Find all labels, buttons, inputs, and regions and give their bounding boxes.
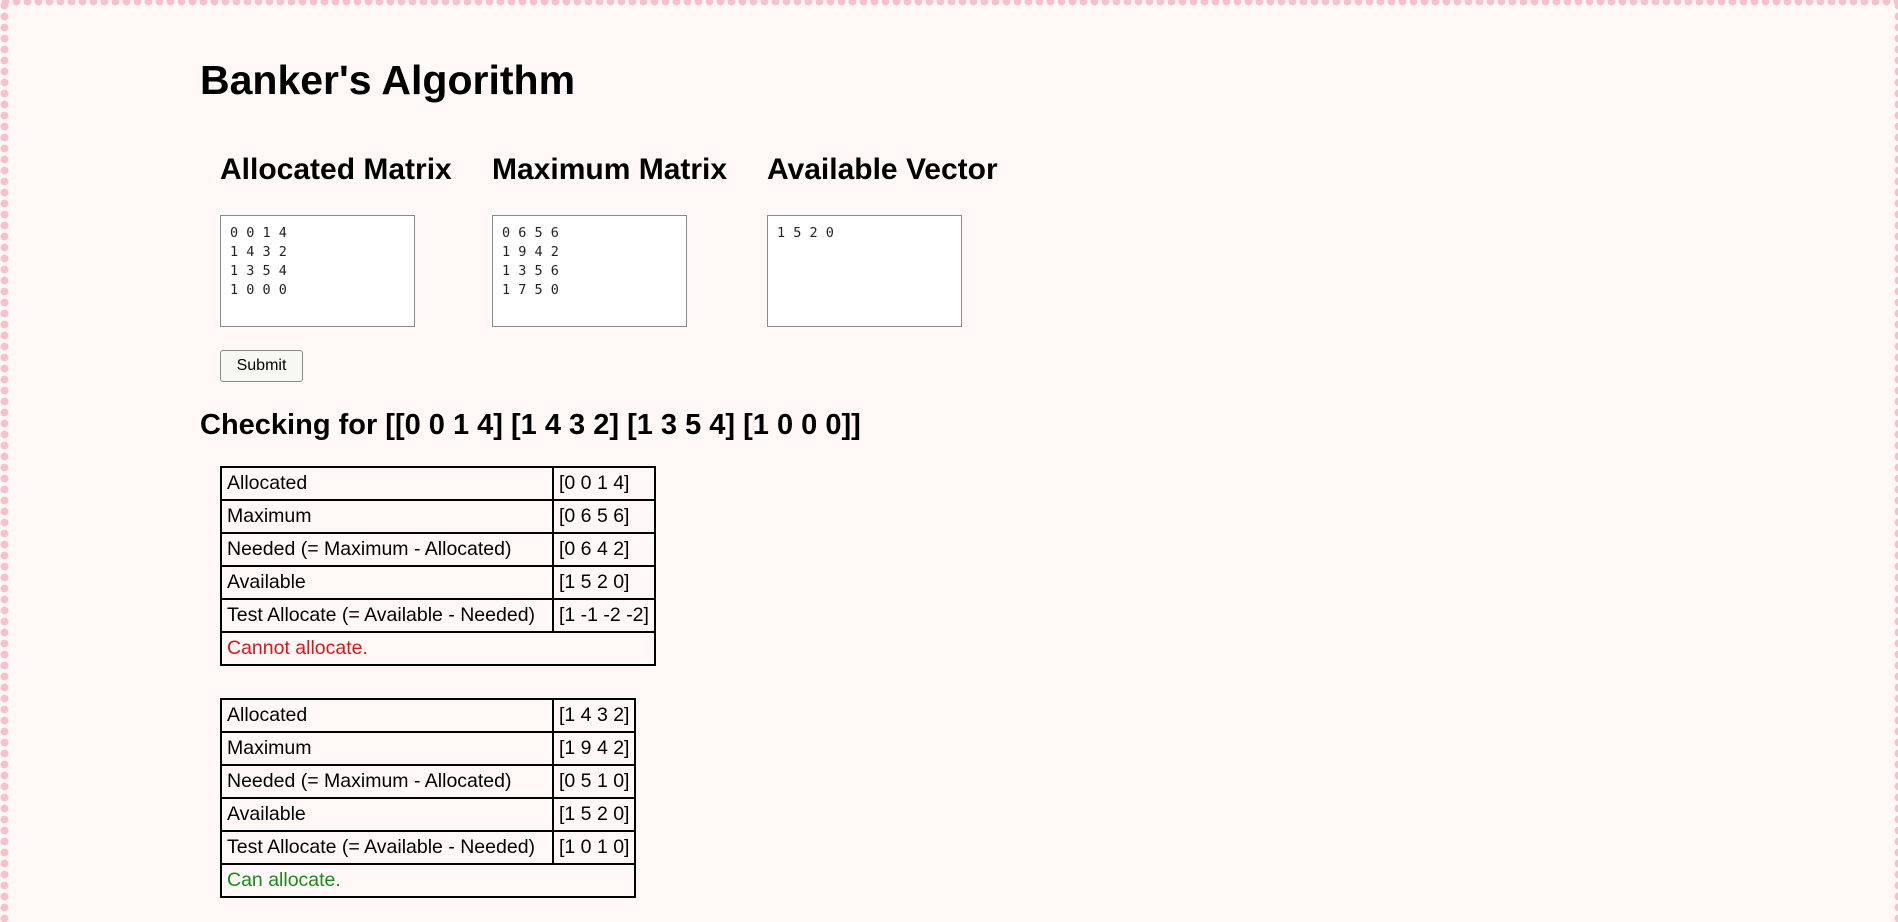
- row-label: Needed (= Maximum - Allocated): [220, 532, 554, 567]
- page-title: Banker's Algorithm: [200, 57, 576, 103]
- submit-button[interactable]: Submit: [220, 350, 303, 382]
- result-can-allocate: Can allocate.: [219, 863, 637, 898]
- maximum-matrix-block: Maximum Matrix: [492, 150, 728, 327]
- dotted-border-top: [0, 0, 1898, 10]
- table-row: Test Allocate (= Available - Needed) [1 …: [220, 830, 637, 865]
- table-row: Available [1 5 2 0]: [220, 797, 637, 832]
- available-vector-input[interactable]: [767, 215, 962, 327]
- result-row: Can allocate.: [219, 863, 637, 898]
- row-label: Allocated: [220, 698, 554, 733]
- row-value: [1 5 2 0]: [551, 797, 637, 832]
- row-label: Test Allocate (= Available - Needed): [220, 830, 554, 865]
- allocation-check-table: Allocated [1 4 3 2] Maximum [1 9 4 2] Ne…: [219, 698, 637, 898]
- table-row: Maximum [1 9 4 2]: [220, 731, 637, 766]
- row-label: Maximum: [220, 731, 554, 766]
- table-row: Maximum [0 6 5 6]: [220, 499, 656, 534]
- row-value: [0 5 1 0]: [551, 764, 637, 799]
- table-row: Test Allocate (= Available - Needed) [1 …: [220, 598, 656, 633]
- row-label: Needed (= Maximum - Allocated): [220, 764, 554, 799]
- checking-heading: Checking for [[0 0 1 4] [1 4 3 2] [1 3 5…: [200, 409, 861, 441]
- table-row: Allocated [1 4 3 2]: [220, 698, 637, 733]
- row-label: Allocated: [220, 466, 554, 501]
- maximum-matrix-heading: Maximum Matrix: [492, 153, 728, 186]
- row-value: [1 -1 -2 -2]: [552, 598, 656, 633]
- table-row: Needed (= Maximum - Allocated) [0 6 4 2]: [220, 532, 656, 567]
- row-label: Test Allocate (= Available - Needed): [220, 598, 554, 633]
- row-label: Maximum: [220, 499, 554, 534]
- available-vector-heading: Available Vector: [767, 153, 998, 186]
- row-label: Available: [220, 797, 554, 832]
- row-value: [0 6 5 6]: [552, 499, 656, 534]
- table-row: Allocated [0 0 1 4]: [220, 466, 656, 501]
- dotted-border-left: [0, 0, 10, 922]
- result-row: Cannot allocate.: [220, 631, 656, 666]
- allocated-matrix-input[interactable]: [220, 215, 415, 327]
- allocated-matrix-heading: Allocated Matrix: [220, 153, 452, 186]
- result-cannot-allocate: Cannot allocate.: [220, 631, 656, 666]
- row-value: [1 4 3 2]: [551, 698, 637, 733]
- row-value: [1 9 4 2]: [551, 731, 637, 766]
- row-value: [1 0 1 0]: [551, 830, 637, 865]
- table-row: Needed (= Maximum - Allocated) [0 5 1 0]: [220, 764, 637, 799]
- available-vector-block: Available Vector: [767, 150, 998, 327]
- allocated-matrix-block: Allocated Matrix: [220, 150, 452, 327]
- allocation-check-table: Allocated [0 0 1 4] Maximum [0 6 5 6] Ne…: [220, 466, 656, 666]
- row-value: [0 0 1 4]: [552, 466, 656, 501]
- row-value: [1 5 2 0]: [552, 565, 656, 600]
- row-value: [0 6 4 2]: [552, 532, 656, 567]
- maximum-matrix-input[interactable]: [492, 215, 687, 327]
- row-label: Available: [220, 565, 554, 600]
- table-row: Available [1 5 2 0]: [220, 565, 656, 600]
- dotted-border-right: [1888, 0, 1898, 922]
